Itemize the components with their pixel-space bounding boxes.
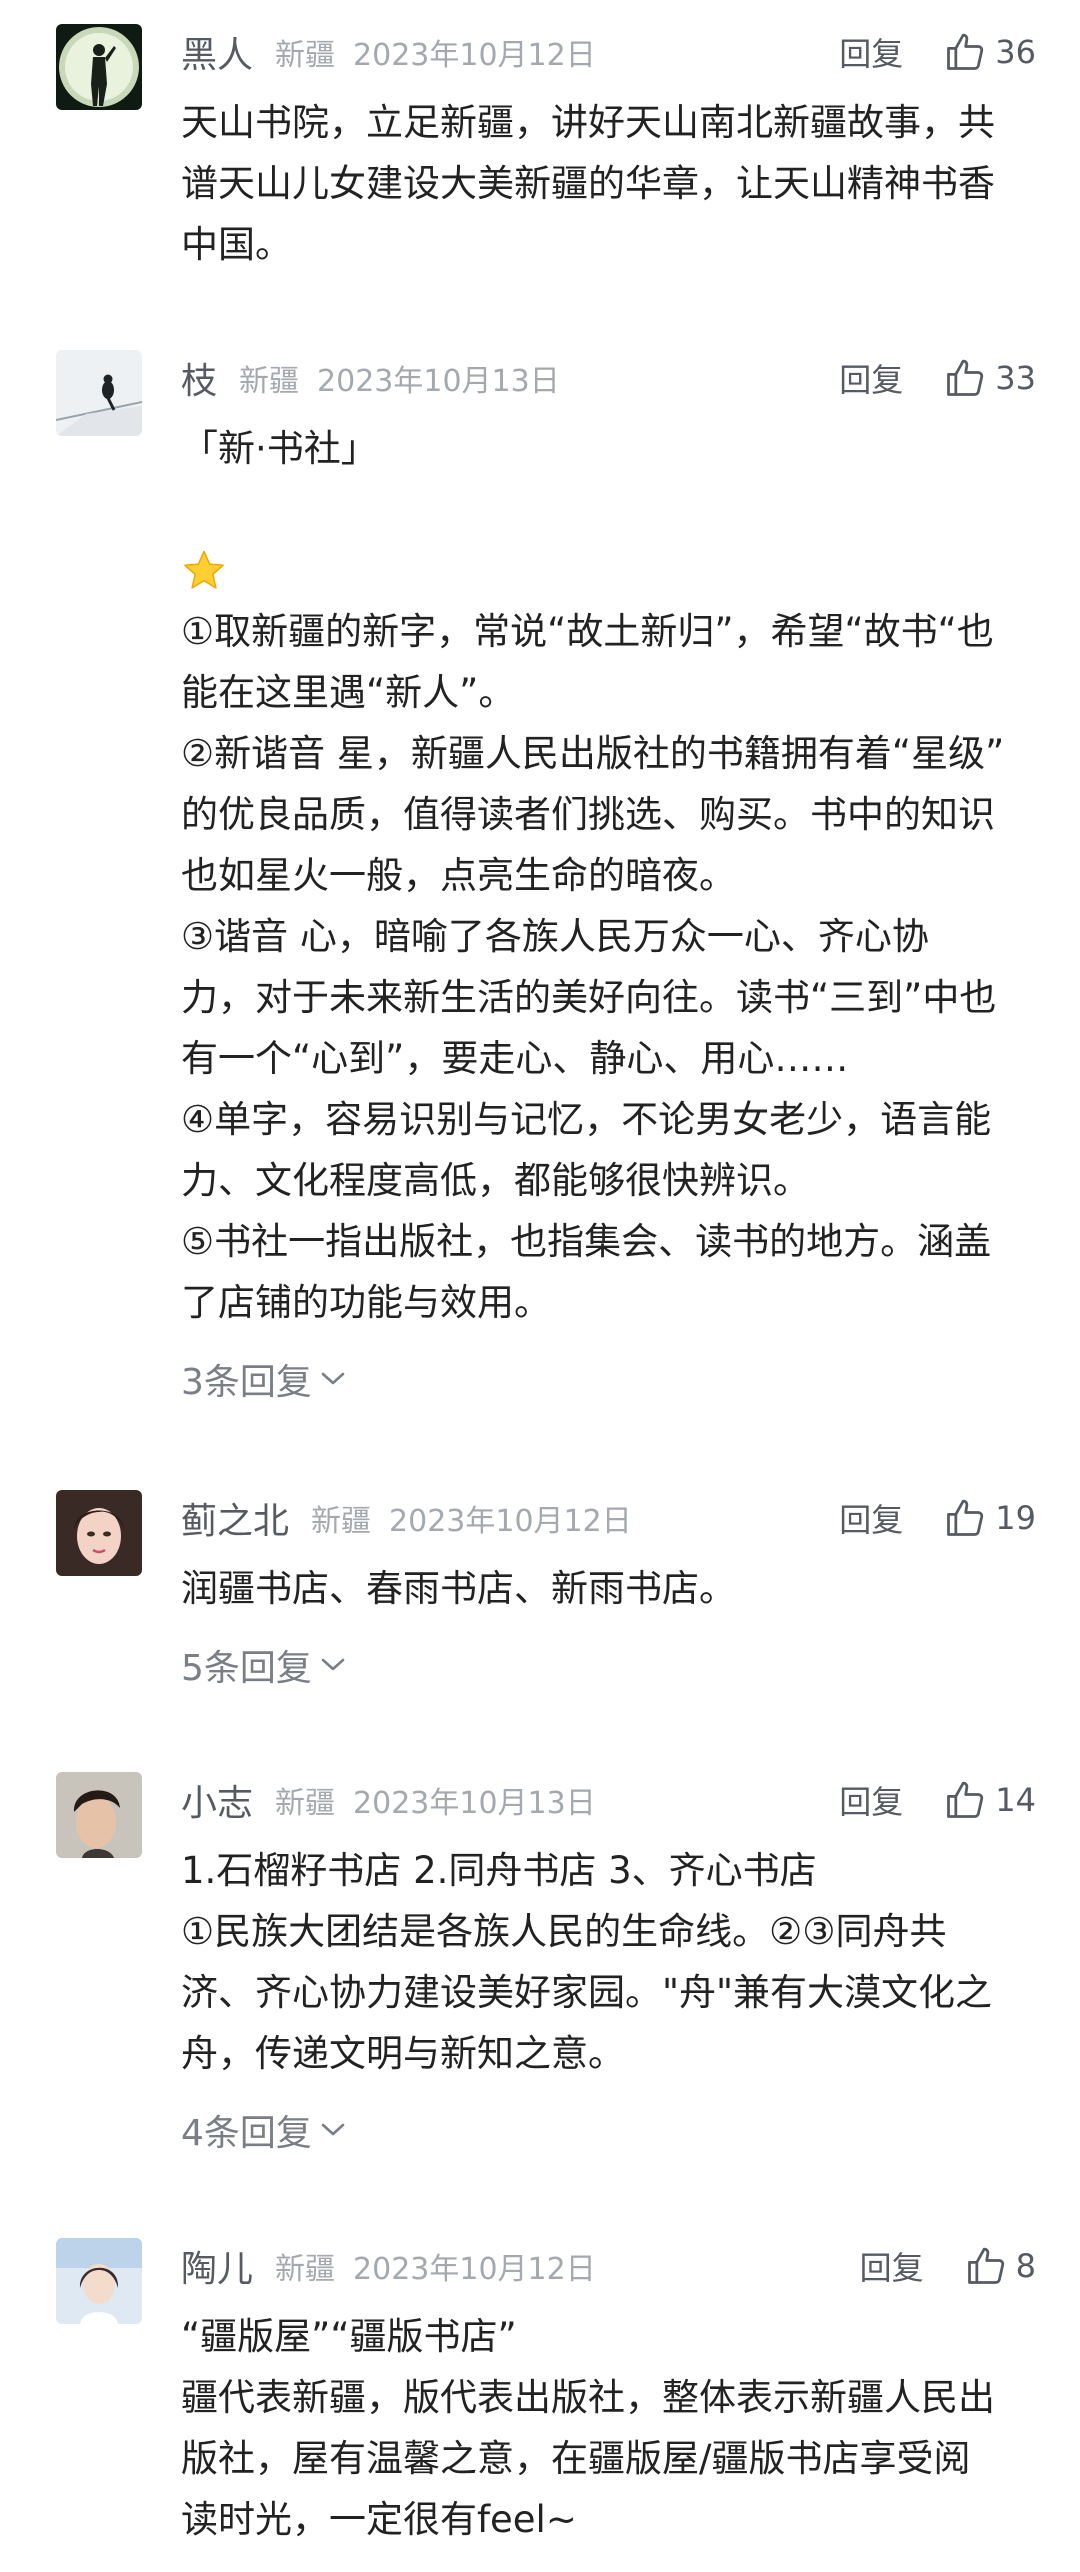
comment-body: 1.石榴籽书店 2.同舟书店 3、齐心书店 ①民族大团结是各族人民的生命线。②③…	[181, 1840, 1041, 2156]
avatar[interactable]	[56, 2238, 142, 2324]
thumbs-up-icon	[947, 359, 984, 396]
comment-text-line: 中国。	[181, 223, 292, 266]
comment-text-line: ⑤书社一指出版社，也指集会、读书的地方。涵盖	[181, 1220, 992, 1263]
replies-count-label: 5条回复	[181, 1648, 312, 1689]
like-button[interactable]: 8	[964, 2244, 1036, 2288]
view-replies-button[interactable]: 4条回复	[181, 2104, 346, 2156]
comment-text-line: 1.石榴籽书店 2.同舟书店 3、齐心书店	[181, 1849, 817, 1892]
thumbs-up-icon	[947, 1781, 984, 1818]
location-label: 新疆	[275, 1786, 336, 1821]
username[interactable]: 小志	[181, 1774, 253, 1826]
comment-text-line: 济、齐心协力建设美好家园。"舟"兼有大漠文化之	[181, 1971, 993, 2014]
reply-button[interactable]: 回复	[839, 29, 903, 75]
thumbs-up-icon	[967, 2247, 1004, 2284]
comment-text-line: “疆版屋”“疆版书店”	[181, 2315, 517, 2358]
reply-button[interactable]: 回复	[839, 1495, 903, 1541]
comment-body: “疆版屋”“疆版书店” 疆代表新疆，版代表出版社，整体表示新疆人民出 版社，屋有…	[181, 2306, 1041, 2550]
location-label: 新疆	[239, 364, 300, 399]
bird-on-branch-avatar-icon	[56, 350, 142, 436]
avatar[interactable]	[56, 1490, 142, 1576]
comment-body: 「新·书社」 ①取新疆的新字，常说“故土新归”，希望“故书“也 能在这里遇“新人…	[181, 418, 1041, 1405]
comment-text-line: 读时光，一定很有feel~	[181, 2498, 577, 2541]
location-label: 新疆	[311, 1504, 372, 1539]
comment-text-line: 谱天山儿女建设大美新疆的华章，让天山精神书香	[181, 162, 995, 205]
comment-text-line: 「新·书社」	[181, 427, 378, 470]
reply-button[interactable]: 回复	[860, 2243, 924, 2289]
comment-text-line: 也如星火一般，点亮生命的暗夜。	[181, 854, 736, 897]
username[interactable]: 蓟之北	[181, 1492, 289, 1544]
comment-text-line: ③谐音 心，暗喻了各族人民万众一心、齐心协	[181, 915, 929, 958]
username[interactable]: 黑人	[181, 26, 253, 78]
comment-text-line: 力、文化程度高低，都能够很快辨识。	[181, 1159, 810, 1202]
like-count: 36	[995, 33, 1036, 71]
comment-text-line: 疆代表新疆，版代表出版社，整体表示新疆人民出	[181, 2376, 995, 2419]
comment-text-line: ②新谐音 星，新疆人民出版社的书籍拥有着“星级”	[181, 732, 1005, 775]
comment-text-line: ①取新疆的新字，常说“故土新归”，希望“故书“也	[181, 610, 994, 653]
view-replies-button[interactable]: 3条回复	[181, 1353, 346, 1405]
girl-portrait-avatar-icon	[56, 2238, 142, 2324]
like-button[interactable]: 14	[943, 1778, 1036, 1822]
comment-text-line: 的优良品质，值得读者们挑选、购买。书中的知识	[181, 793, 995, 836]
chevron-down-icon	[321, 2123, 345, 2136]
avatar[interactable]	[56, 350, 142, 436]
comment-text-line: 力，对于未来新生活的美好向往。读书“三到”中也	[181, 976, 997, 1019]
like-button[interactable]: 33	[943, 356, 1036, 400]
avatar[interactable]	[56, 1772, 142, 1858]
like-button[interactable]: 19	[943, 1496, 1036, 1540]
comment-text-line: ④单字，容易识别与记忆，不论男女老少，语言能	[181, 1098, 992, 1141]
username[interactable]: 枝	[181, 352, 217, 404]
man-portrait-avatar-icon	[56, 1772, 142, 1858]
location-label: 新疆	[275, 38, 336, 73]
like-button[interactable]: 36	[943, 30, 1036, 74]
location-label: 新疆	[275, 2252, 336, 2287]
comment-text-line: 舟，传递文明与新知之意。	[181, 2032, 625, 2075]
like-count: 14	[995, 1781, 1036, 1819]
comment-text-line: 有一个“心到”，要走心、静心、用心……	[181, 1037, 849, 1080]
silhouette-avatar-icon	[56, 24, 142, 110]
comment-text-line: 润疆书店、春雨书店、新雨书店。	[181, 1567, 736, 1610]
comment-text-line: 天山书院，立足新疆，讲好天山南北新疆故事，共	[181, 101, 995, 144]
comment-date: 2023年10月13日	[353, 1786, 596, 1821]
comment-text-line: 版社，屋有温馨之意，在疆版屋/疆版书店享受阅	[181, 2437, 971, 2480]
replies-count-label: 4条回复	[181, 2113, 312, 2154]
thumbs-up-icon	[947, 1499, 984, 1536]
view-replies-button[interactable]: 5条回复	[181, 1639, 346, 1691]
like-count: 19	[995, 1499, 1036, 1537]
comment-text-line: 能在这里遇“新人”。	[181, 671, 516, 714]
comment-body: 润疆书店、春雨书店、新雨书店。 5条回复	[181, 1558, 1041, 1691]
username[interactable]: 陶儿	[181, 2240, 253, 2292]
comment-text-line: 了店铺的功能与效用。	[181, 1281, 551, 1324]
woman-portrait-avatar-icon	[56, 1490, 142, 1576]
comment-date: 2023年10月12日	[353, 2252, 596, 2287]
comment-text-line: ①民族大团结是各族人民的生命线。②③同舟共	[181, 1910, 947, 1953]
chevron-down-icon	[321, 1658, 345, 1671]
comment-date: 2023年10月12日	[353, 38, 596, 73]
avatar[interactable]	[56, 24, 142, 110]
like-count: 8	[1015, 2247, 1036, 2285]
comment-date: 2023年10月12日	[389, 1504, 632, 1539]
star-emoji-icon	[184, 550, 224, 589]
like-count: 33	[995, 359, 1036, 397]
replies-count-label: 3条回复	[181, 1362, 312, 1403]
chevron-down-icon	[321, 1372, 345, 1385]
reply-button[interactable]: 回复	[839, 355, 903, 401]
comment-body: 天山书院，立足新疆，讲好天山南北新疆故事，共 谱天山儿女建设大美新疆的华章，让天…	[181, 92, 1041, 275]
reply-button[interactable]: 回复	[839, 1777, 903, 1823]
comment-date: 2023年10月13日	[317, 364, 560, 399]
thumbs-up-icon	[947, 33, 984, 70]
